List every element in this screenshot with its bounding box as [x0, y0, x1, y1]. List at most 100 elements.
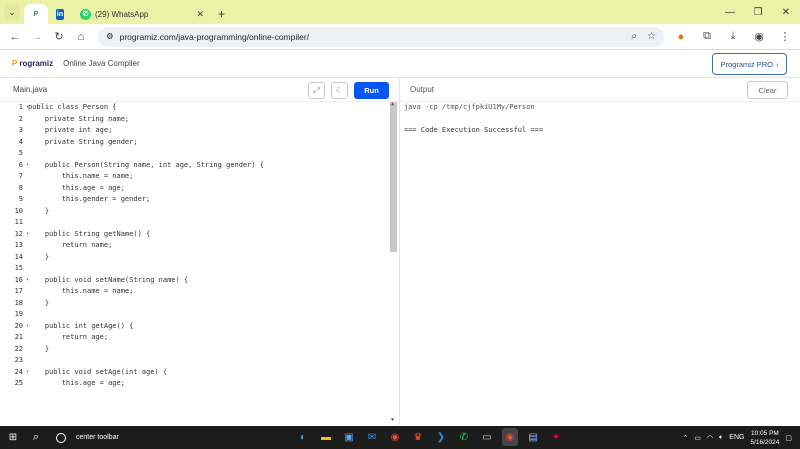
programiz-pro-button[interactable]: Programiz PRO ›	[712, 53, 787, 75]
code-line[interactable]: 25 this.age = age;	[0, 378, 399, 390]
clock[interactable]: 10:05 PM 5/16/2024	[750, 429, 779, 447]
code-line[interactable]: 4 private String gender;	[0, 137, 399, 149]
file-tab[interactable]: Main.java	[13, 85, 47, 94]
fold-toggle-icon	[26, 217, 28, 229]
fold-toggle-icon	[26, 309, 28, 321]
code-line[interactable]: 9 this.gender = gender;	[0, 194, 399, 206]
address-toolbar: ← → ↻ ⌂ ⚙ programiz.com/java-programming…	[0, 24, 800, 50]
url-text: programiz.com/java-programming/online-co…	[119, 31, 310, 42]
editor-scrollbar[interactable]: ▲ ▼	[390, 102, 398, 425]
back-icon[interactable]: ←	[4, 26, 26, 48]
close-window-icon[interactable]: ✕	[772, 0, 800, 24]
code-line[interactable]: 5	[0, 148, 399, 160]
whatsapp-icon[interactable]: ✆	[456, 428, 472, 446]
window-controls: — ❐ ✕	[716, 0, 800, 24]
line-text: this.age = age;	[28, 379, 125, 387]
chevron-right-icon: ›	[776, 59, 779, 69]
code-line[interactable]: 23	[0, 355, 399, 367]
output-line: java -cp /tmp/cjfpkiU1My/Person	[404, 103, 535, 111]
windows-start-icon[interactable]: ⊞	[0, 432, 26, 443]
close-tab-icon[interactable]: ✕	[196, 9, 204, 20]
menu-kebab-icon[interactable]: ⋮	[774, 26, 796, 48]
programiz-logo[interactable]: Programiz	[12, 59, 53, 68]
site-info-icon[interactable]: ⚙	[106, 31, 114, 42]
code-line[interactable]: 2 private String name;	[0, 114, 399, 126]
code-line[interactable]: 16 ▾ public void setName(String name) {	[0, 275, 399, 287]
line-text: }	[28, 206, 50, 215]
code-line[interactable]: 6 ▾ public Person(String name, int age, S…	[0, 160, 399, 172]
chevron-up-icon[interactable]: ⌃	[682, 434, 688, 442]
scroll-up-icon[interactable]: ▲	[391, 102, 394, 107]
code-line[interactable]: 22 }	[0, 344, 399, 356]
clear-button[interactable]: Clear	[747, 81, 788, 99]
avatar[interactable]: ◉	[748, 26, 770, 48]
terminal-icon[interactable]: ▭	[479, 428, 495, 446]
line-number: 7	[18, 172, 23, 180]
reload-icon[interactable]: ↻	[48, 26, 70, 48]
notification-icon[interactable]: ▢	[785, 434, 792, 442]
address-bar[interactable]: ⚙ programiz.com/java-programming/online-…	[98, 26, 664, 47]
run-button[interactable]: Run	[354, 82, 389, 99]
tab-search-button[interactable]: ⌄	[4, 4, 20, 20]
tab-whatsapp[interactable]: ✆ (29) WhatsApp ✕	[72, 4, 212, 24]
forward-icon[interactable]: →	[26, 26, 48, 48]
code-editor[interactable]: 1 ▾ public class Person {2 private String …	[0, 102, 399, 425]
code-line[interactable]: 17 this.name = name;	[0, 286, 399, 298]
language-indicator[interactable]: ENG	[729, 434, 744, 441]
line-text: public class Person {	[28, 103, 117, 111]
fullscreen-icon[interactable]: ⤢	[308, 82, 325, 99]
code-line[interactable]: 21 return age;	[0, 332, 399, 344]
code-line[interactable]: 20 ▾ public int getAge() {	[0, 321, 399, 333]
code-line[interactable]: 14 }	[0, 252, 399, 264]
store-icon[interactable]: ▣	[341, 428, 357, 446]
notes-icon[interactable]: ▤	[525, 428, 541, 446]
cortana-icon[interactable]	[56, 432, 66, 443]
line-text: }	[28, 252, 50, 261]
volume-icon[interactable]: 🔈︎	[719, 434, 723, 442]
code-line[interactable]: 18 }	[0, 298, 399, 310]
scrollbar-thumb[interactable]	[390, 102, 397, 252]
code-line[interactable]: 10 }	[0, 206, 399, 218]
vscode-icon[interactable]: ❯	[433, 428, 449, 446]
code-line[interactable]: 15	[0, 263, 399, 275]
minimize-icon[interactable]: —	[716, 0, 744, 24]
taskbar-search-text[interactable]: center toolbar	[76, 434, 119, 441]
extensions-puzzle-icon[interactable]: ⧉	[696, 26, 718, 48]
wifi-icon[interactable]: ◠	[707, 434, 713, 442]
line-text: }	[28, 344, 50, 353]
line-text: this.gender = gender;	[28, 195, 151, 203]
code-line[interactable]: 1 ▾ public class Person {	[0, 102, 399, 114]
mail-icon[interactable]: ✉	[364, 428, 380, 446]
file-explorer-icon[interactable]: ▬	[318, 428, 334, 446]
extension-icon[interactable]: ●	[670, 26, 692, 48]
chrome-active-icon[interactable]: ◉	[502, 428, 518, 446]
zoom-icon[interactable]: ⌕	[631, 31, 637, 42]
fold-toggle-icon	[26, 148, 28, 160]
code-line[interactable]: 7 this.name = name;	[0, 171, 399, 183]
code-line[interactable]: 11	[0, 217, 399, 229]
scroll-down-icon[interactable]: ▼	[391, 417, 394, 423]
restore-icon[interactable]: ❐	[744, 0, 772, 24]
code-line[interactable]: 8 this.age = age;	[0, 183, 399, 195]
theme-toggle-icon[interactable]: ☾	[331, 82, 348, 99]
tab-linkedin[interactable]: in	[48, 4, 72, 24]
app-icon[interactable]: ✦	[548, 428, 564, 446]
chrome-icon[interactable]: ◉	[387, 428, 403, 446]
line-number: 24	[14, 367, 23, 376]
battery-icon[interactable]: ▭	[694, 434, 701, 442]
search-icon[interactable]: ⌕	[26, 431, 46, 444]
code-line[interactable]: 24 ▾ public void setAge(int age) {	[0, 367, 399, 379]
download-icon[interactable]: ⤓	[722, 26, 744, 48]
code-line[interactable]: 12 ▾ public String getName() {	[0, 229, 399, 241]
brave-icon[interactable]: ♛	[410, 428, 426, 446]
tab-programiz[interactable]: P	[24, 4, 48, 24]
code-line[interactable]: 13 return name;	[0, 240, 399, 252]
new-tab-button[interactable]: +	[212, 4, 231, 24]
code-line[interactable]: 3 private int age;	[0, 125, 399, 137]
output-header: Output Clear	[400, 78, 800, 102]
line-number: 4	[18, 137, 23, 146]
home-icon[interactable]: ⌂	[70, 26, 92, 48]
bookmark-star-icon[interactable]: ☆	[647, 31, 656, 42]
edge-icon[interactable]: ◐	[295, 428, 311, 446]
code-line[interactable]: 19	[0, 309, 399, 321]
